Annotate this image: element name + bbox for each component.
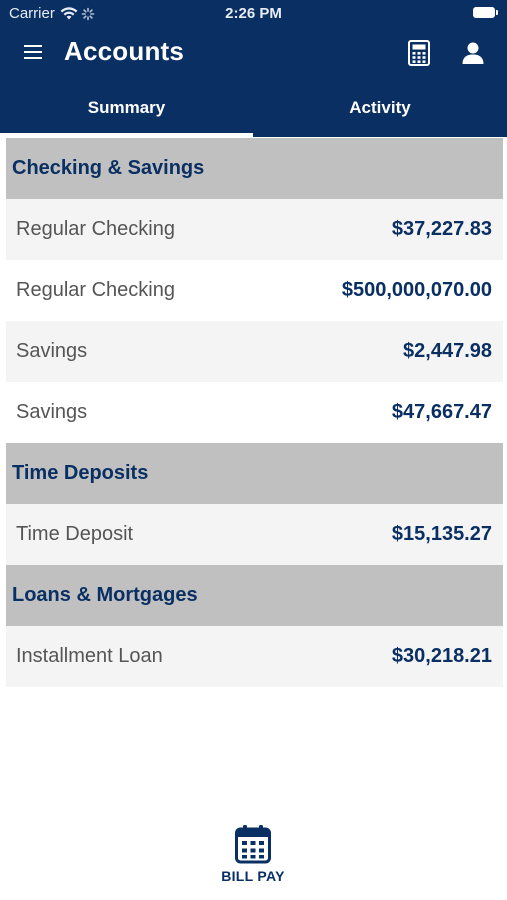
- tab-activity-label: Activity: [349, 98, 411, 117]
- account-name: Savings: [16, 340, 88, 362]
- account-name: Savings: [16, 401, 88, 423]
- section-header-loans-mortgages: Loans & Mortgages: [6, 565, 503, 626]
- account-balance: $47,667.47: [391, 401, 492, 423]
- status-bar: Carrier 2:26 PM: [0, 0, 507, 28]
- hamburger-menu-icon[interactable]: [24, 45, 42, 59]
- selected-tab-indicator: [0, 133, 253, 137]
- battery-icon: [473, 7, 498, 18]
- user-icon[interactable]: [461, 41, 485, 65]
- section-header-checking-savings: Checking & Savings: [6, 138, 503, 199]
- bill-pay-button[interactable]: BILL PAY: [203, 824, 303, 888]
- account-row[interactable]: Savings $2,447.98: [6, 321, 503, 382]
- account-balance: $500,000,070.00: [341, 279, 492, 301]
- nav-bar: Accounts: [0, 28, 507, 76]
- account-name: Time Deposit: [16, 523, 134, 545]
- accounts-screen: Carrier 2:26 PM Accounts Summary Activit…: [0, 0, 507, 900]
- account-row[interactable]: Installment Loan $30,218.21: [6, 626, 503, 687]
- tab-summary-label: Summary: [87, 98, 166, 117]
- account-name: Regular Checking: [16, 279, 175, 301]
- account-balance: $30,218.21: [391, 645, 492, 667]
- account-name: Regular Checking: [16, 218, 175, 240]
- calculator-icon[interactable]: [408, 40, 430, 66]
- account-balance: $37,227.83: [391, 218, 492, 240]
- page-title: Accounts: [64, 36, 185, 66]
- account-row[interactable]: Savings $47,667.47: [6, 382, 503, 443]
- section-header-time-deposits: Time Deposits: [6, 443, 503, 504]
- account-row[interactable]: Regular Checking $500,000,070.00: [6, 260, 503, 321]
- tab-summary[interactable]: Summary: [0, 88, 253, 137]
- app-header: Carrier 2:26 PM Accounts Summary Activit…: [0, 0, 507, 137]
- account-balance: $2,447.98: [403, 340, 492, 362]
- account-row[interactable]: Time Deposit $15,135.27: [6, 504, 503, 565]
- calendar-icon: [235, 825, 271, 864]
- accounts-list: Checking & Savings Regular Checking $37,…: [6, 138, 503, 687]
- account-name: Installment Loan: [16, 645, 163, 667]
- tab-activity[interactable]: Activity: [253, 88, 507, 137]
- bill-pay-label: BILL PAY: [221, 868, 285, 884]
- tab-bar: Summary Activity: [0, 88, 507, 137]
- account-row[interactable]: Regular Checking $37,227.83: [6, 199, 503, 260]
- account-balance: $15,135.27: [391, 523, 492, 545]
- status-time: 2:26 PM: [225, 5, 282, 22]
